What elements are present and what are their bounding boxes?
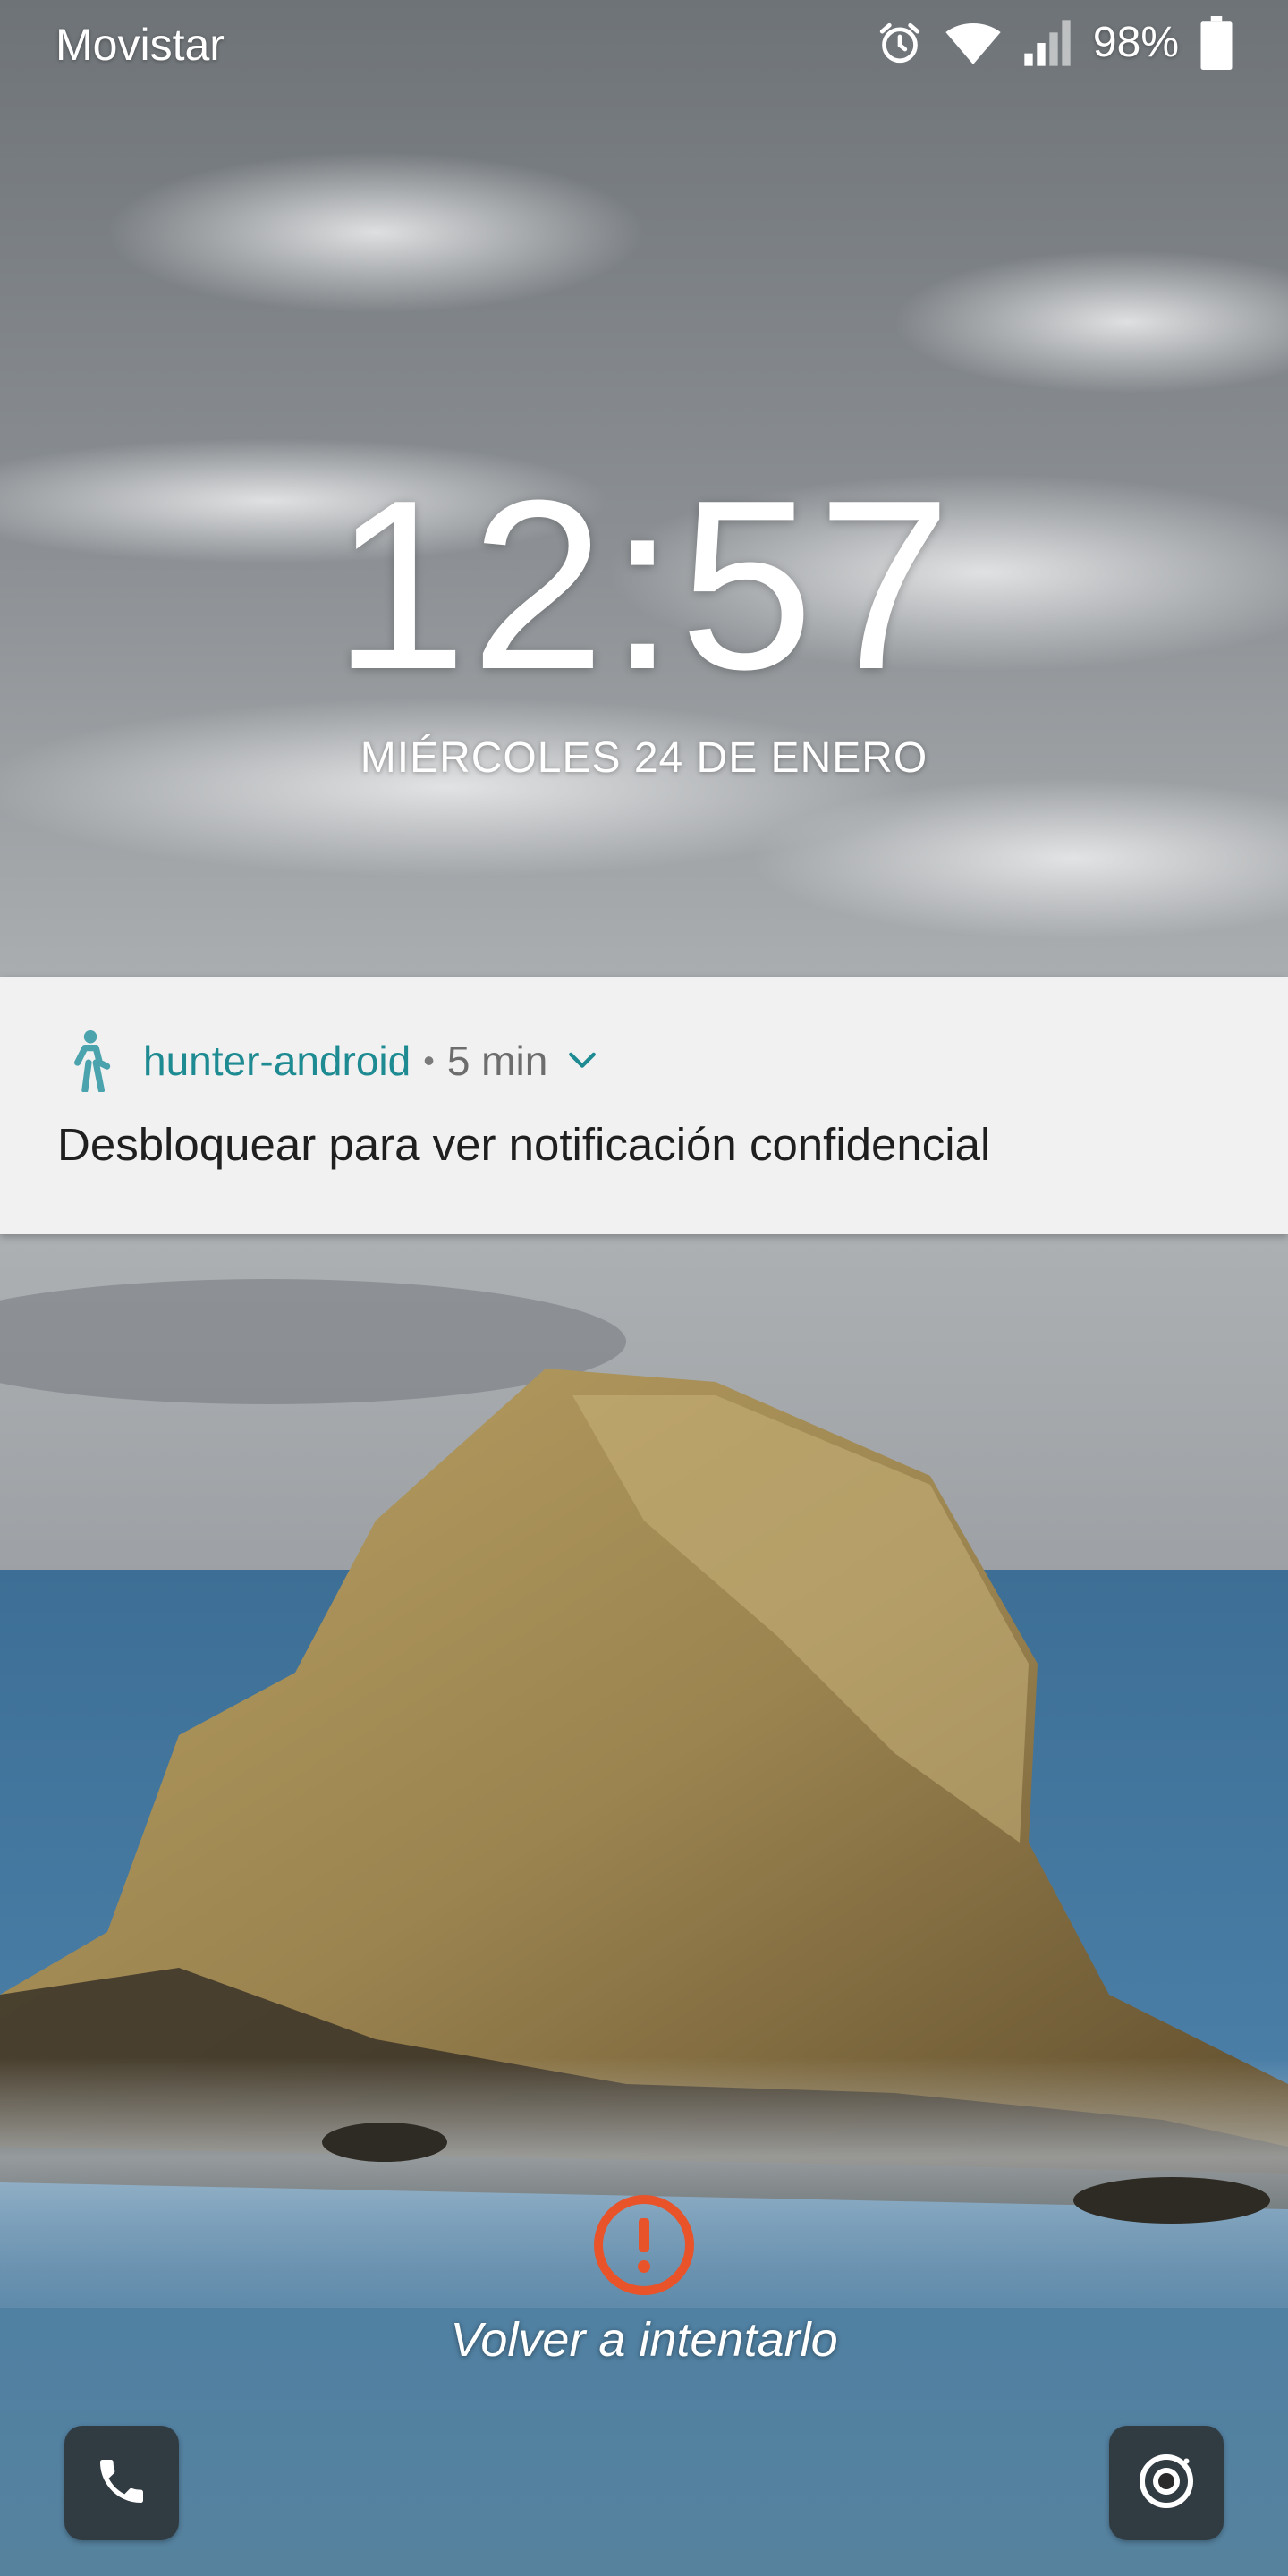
- camera-shortcut-button[interactable]: [1109, 2426, 1224, 2540]
- status-icons: 98%: [875, 14, 1234, 72]
- battery-percent: 98%: [1092, 19, 1179, 66]
- notification-card[interactable]: hunter-android • 5 min Desbloquear para …: [0, 977, 1288, 1234]
- status-bar: Movistar 98%: [0, 0, 1288, 89]
- alert-circle-icon: [592, 2193, 696, 2297]
- wifi-icon: [945, 18, 1002, 68]
- notification-time: 5 min: [446, 1038, 548, 1084]
- lock-screen-clock: 12:57: [333, 451, 955, 720]
- phone-icon: [93, 2453, 150, 2514]
- carrier-name: Movistar: [55, 20, 225, 70]
- notification-separator: •: [423, 1042, 435, 1079]
- notification-body: Desbloquear para ver notificación confid…: [57, 1119, 991, 1170]
- lock-screen-date: MIÉRCOLES 24 DE ENERO: [360, 734, 928, 782]
- battery-icon: [1199, 16, 1234, 70]
- notification-app-name: hunter-android: [143, 1038, 411, 1084]
- retry-label[interactable]: Volver a intentarlo: [0, 2311, 1288, 2368]
- walking-person-icon: [66, 1030, 111, 1092]
- wallpaper: [0, 0, 1288, 2576]
- camera-icon: [1134, 2449, 1199, 2518]
- chevron-down-icon[interactable]: [567, 1050, 597, 1072]
- signal-icon: [1021, 18, 1073, 68]
- alarm-icon: [875, 18, 925, 68]
- phone-shortcut-button[interactable]: [64, 2426, 179, 2540]
- notification-header: hunter-android • 5 min: [66, 1030, 597, 1092]
